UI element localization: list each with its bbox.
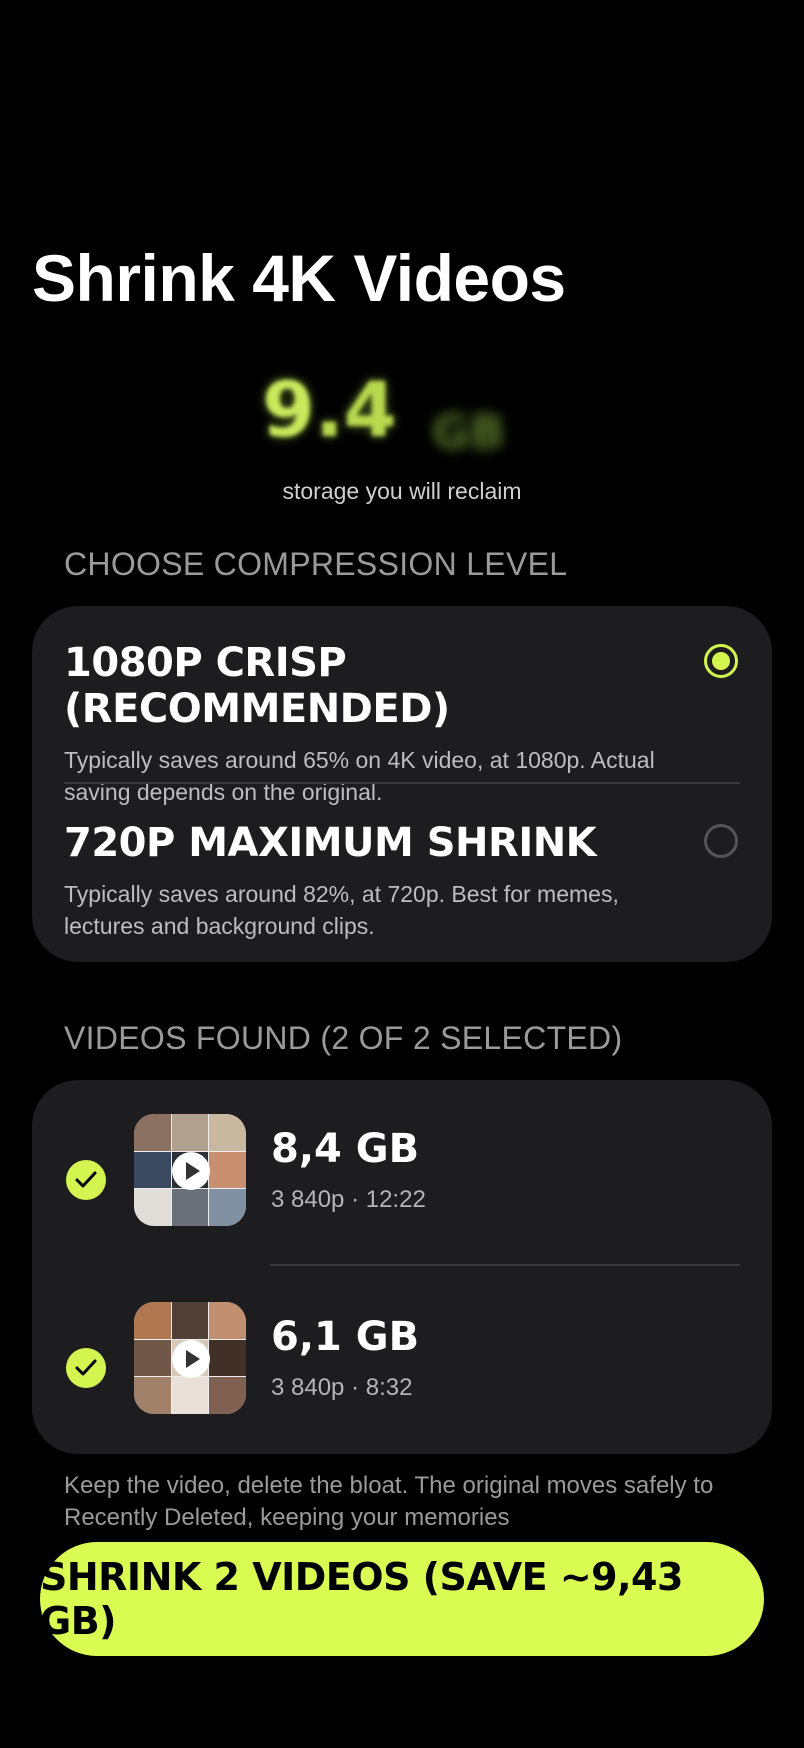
footer-note: Keep the video, delete the bloat. The or…: [64, 1472, 714, 1531]
reclaim-value: 9.4: [262, 365, 397, 454]
videos-section-label: VIDEOS FOUND (2 OF 2 SELECTED): [64, 1020, 623, 1056]
reclaim-subtitle: storage you will reclaim: [282, 478, 522, 504]
video-meta: 3 840p · 12:22: [271, 1186, 426, 1213]
option-720p-title: 720P MAXIMUM SHRINK: [64, 820, 597, 866]
reclaim-value-int: 9: [262, 365, 315, 454]
video-row[interactable]: 6,1 GB 3 840p · 8:32: [32, 1302, 772, 1432]
checkmark-icon[interactable]: [66, 1348, 106, 1388]
reclaim-unit: GB: [432, 405, 505, 459]
option-1080p-radio[interactable]: [704, 644, 738, 678]
checkmark-icon[interactable]: [66, 1160, 106, 1200]
reclaim-value-dec: .4: [314, 365, 397, 454]
video-divider: [270, 1264, 740, 1266]
compression-options-card: 1080P CRISP (RECOMMENDED) Typically save…: [32, 606, 772, 962]
play-icon: [172, 1340, 210, 1378]
videos-card: 8,4 GB 3 840p · 12:22 6,1 GB 3 840p · 8:…: [32, 1080, 772, 1454]
reclaim-amount: 9.4 GB: [0, 365, 804, 465]
option-divider: [64, 782, 740, 784]
video-row[interactable]: 8,4 GB 3 840p · 12:22: [32, 1114, 772, 1244]
video-meta: 3 840p · 8:32: [271, 1374, 413, 1401]
video-thumbnail[interactable]: [134, 1302, 246, 1414]
shrink-videos-button[interactable]: SHRINK 2 VIDEOS (SAVE ~9,43 GB): [40, 1542, 764, 1656]
option-1080p-description: Typically saves around 65% on 4K video, …: [64, 747, 655, 805]
option-720p-radio[interactable]: [704, 824, 738, 858]
option-720p[interactable]: 720P MAXIMUM SHRINK Typically saves arou…: [64, 820, 740, 942]
page-title: Shrink 4K Videos: [32, 241, 566, 315]
video-size: 8,4 GB: [271, 1126, 420, 1172]
option-1080p-title: 1080P CRISP (RECOMMENDED): [64, 640, 450, 732]
play-icon: [172, 1152, 210, 1190]
compression-section-label: CHOOSE COMPRESSION LEVEL: [64, 546, 568, 582]
video-size: 6,1 GB: [271, 1314, 420, 1360]
option-720p-description: Typically saves around 82%, at 720p. Bes…: [64, 881, 619, 939]
video-thumbnail[interactable]: [134, 1114, 246, 1226]
